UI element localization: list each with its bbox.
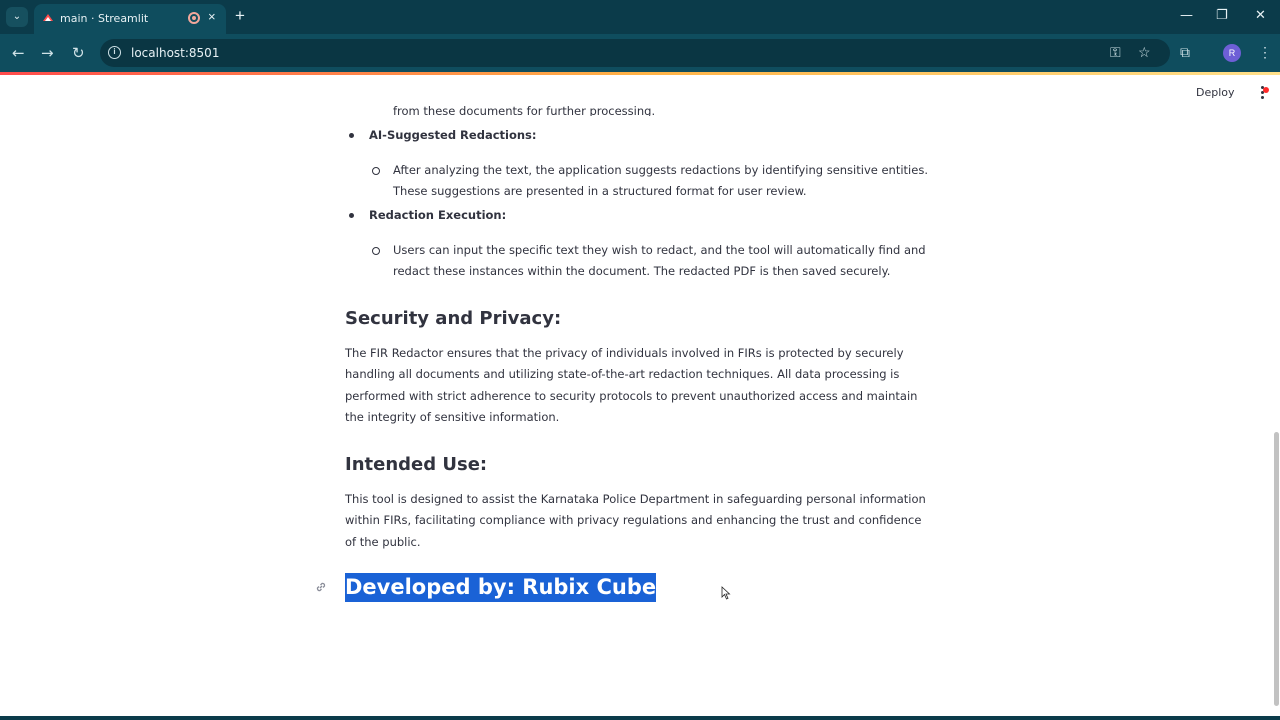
password-key-icon[interactable]: ⚿	[1110, 44, 1121, 61]
forward-icon[interactable]: →	[41, 44, 54, 62]
recording-icon	[188, 12, 200, 24]
minimize-button[interactable]: —	[1180, 8, 1193, 23]
list-subitem-ai-suggested: After analyzing the text, the applicatio…	[372, 160, 933, 202]
heading-security-privacy: Security and Privacy:	[345, 308, 562, 329]
profile-avatar[interactable]: R	[1223, 44, 1241, 62]
notification-badge	[1263, 87, 1269, 93]
extensions-icon[interactable]: ⧉	[1180, 44, 1190, 61]
link-anchor-icon[interactable]	[313, 579, 329, 595]
browser-tab[interactable]: main · Streamlit ×	[34, 4, 226, 34]
browser-toolbar: ← → ↻ i localhost:8501 ⚿ ☆ ⧉ R ⋮	[0, 34, 1280, 72]
close-window-button[interactable]: ✕	[1255, 8, 1266, 23]
streamlit-decoration-bar	[0, 72, 1280, 75]
site-info-icon[interactable]: i	[108, 46, 121, 59]
mouse-cursor-icon	[721, 586, 731, 600]
tab-title: main · Streamlit	[60, 12, 149, 25]
streamlit-favicon	[43, 14, 53, 21]
window-bottom-border	[0, 716, 1280, 720]
tab-close-button[interactable]: ×	[208, 9, 216, 24]
kebab-menu-icon[interactable]: ⋮	[1258, 44, 1272, 61]
heading-intended-use: Intended Use:	[345, 454, 488, 475]
tab-search-icon[interactable]: ⌄	[6, 7, 28, 27]
list-item-ai-suggested: AI-Suggested Redactions:	[349, 128, 537, 142]
list-item-redaction-execution: Redaction Execution:	[348, 208, 507, 222]
new-tab-button[interactable]: +	[235, 6, 245, 26]
paragraph-security-privacy: The FIR Redactor ensures that the privac…	[345, 346, 918, 424]
page-scrollbar[interactable]	[1274, 432, 1279, 706]
bookmark-star-icon[interactable]: ☆	[1138, 44, 1151, 61]
browser-tabstrip: ⌄ main · Streamlit × + — ❐ ✕	[0, 0, 1280, 34]
reload-icon[interactable]: ↻	[72, 44, 85, 62]
partial-text-line: from these documents for further process…	[393, 104, 656, 116]
url-text[interactable]: localhost:8501	[131, 46, 219, 60]
back-icon[interactable]: ←	[12, 44, 25, 62]
list-subitem-redaction-execution: Users can input the specific text they w…	[372, 240, 933, 282]
restore-button[interactable]: ❐	[1216, 8, 1228, 23]
deploy-button[interactable]: Deploy	[1196, 86, 1235, 99]
paragraph-intended-use: This tool is designed to assist the Karn…	[345, 492, 926, 549]
address-bar[interactable]: i localhost:8501 ⚿ ☆	[100, 39, 1170, 67]
heading-developed-by: Developed by: Rubix Cube	[345, 573, 657, 602]
